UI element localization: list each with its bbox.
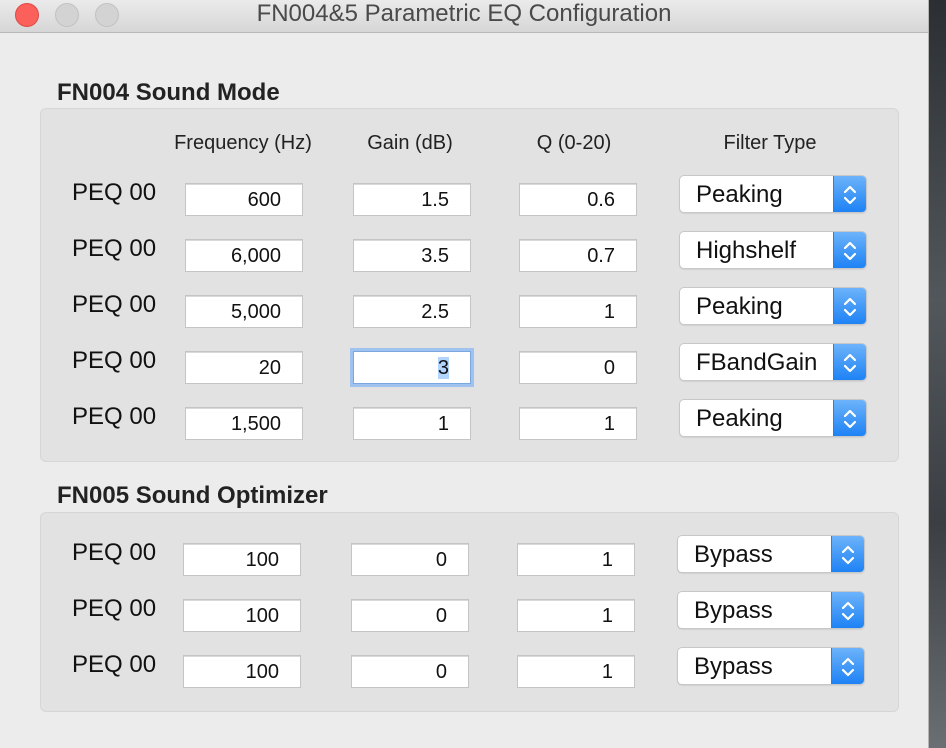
gain-field[interactable]: 3.5 bbox=[353, 239, 471, 272]
filter-type-select[interactable]: Bypass bbox=[677, 647, 865, 685]
peq-row-label: PEQ 00 bbox=[72, 291, 157, 318]
frequency-field[interactable]: 6,000 bbox=[185, 239, 303, 272]
peq-row-label: PEQ 00 bbox=[72, 347, 157, 374]
gain-column-header: Gain (dB) bbox=[367, 132, 453, 154]
peq-row-label: PEQ 00 bbox=[72, 651, 157, 678]
peq-row-label: PEQ 00 bbox=[72, 595, 157, 622]
filter-type-value: Bypass bbox=[694, 541, 773, 568]
q-field[interactable]: 0 bbox=[519, 351, 637, 384]
filter-type-select[interactable]: Bypass bbox=[677, 535, 865, 573]
q-field[interactable]: 1 bbox=[517, 599, 635, 632]
up-down-chevron-icon[interactable] bbox=[831, 536, 864, 572]
frequency-column-header: Frequency (Hz) bbox=[174, 132, 312, 154]
frequency-field[interactable]: 100 bbox=[183, 599, 301, 632]
filter-type-value: Highshelf bbox=[696, 237, 797, 264]
gain-field[interactable]: 1.5 bbox=[353, 183, 471, 216]
filter-type-value: Peaking bbox=[696, 181, 783, 208]
frequency-field[interactable]: 100 bbox=[183, 655, 301, 688]
filter-type-column-header: Filter Type bbox=[723, 132, 817, 154]
filter-type-value: Peaking bbox=[696, 405, 783, 432]
frequency-field[interactable]: 20 bbox=[185, 351, 303, 384]
gain-field[interactable]: 0 bbox=[351, 655, 469, 688]
filter-type-value: Bypass bbox=[694, 653, 773, 680]
frequency-field[interactable]: 100 bbox=[183, 543, 301, 576]
filter-type-value: FBandGain bbox=[696, 349, 818, 376]
filter-type-select[interactable]: Peaking bbox=[679, 399, 867, 437]
frequency-field[interactable]: 600 bbox=[185, 183, 303, 216]
gain-field[interactable]: 3 bbox=[353, 351, 471, 384]
gain-field[interactable]: 0 bbox=[351, 543, 469, 576]
up-down-chevron-icon[interactable] bbox=[831, 648, 864, 684]
peq-row-label: PEQ 00 bbox=[72, 539, 157, 566]
filter-type-select[interactable]: FBandGain bbox=[679, 343, 867, 381]
filter-type-select[interactable]: Peaking bbox=[679, 175, 867, 213]
gain-field[interactable]: 1 bbox=[353, 407, 471, 440]
peq-row-label: PEQ 00 bbox=[72, 179, 157, 206]
q-field[interactable]: 0.7 bbox=[519, 239, 637, 272]
q-field[interactable]: 1 bbox=[519, 295, 637, 328]
q-field[interactable]: 1 bbox=[517, 655, 635, 688]
q-field[interactable]: 0.6 bbox=[519, 183, 637, 216]
gain-field[interactable]: 0 bbox=[351, 599, 469, 632]
q-field[interactable]: 1 bbox=[519, 407, 637, 440]
up-down-chevron-icon[interactable] bbox=[833, 288, 866, 324]
title-bar: FN004&5 Parametric EQ Configuration bbox=[0, 0, 928, 33]
frequency-field[interactable]: 5,000 bbox=[185, 295, 303, 328]
q-field[interactable]: 1 bbox=[517, 543, 635, 576]
peq-row-label: PEQ 00 bbox=[72, 235, 157, 262]
peq-row-label: PEQ 00 bbox=[72, 403, 157, 430]
up-down-chevron-icon[interactable] bbox=[833, 400, 866, 436]
filter-type-select[interactable]: Highshelf bbox=[679, 231, 867, 269]
filter-type-value: Peaking bbox=[696, 293, 783, 320]
filter-type-select[interactable]: Peaking bbox=[679, 287, 867, 325]
fn004-section-title: FN004 Sound Mode bbox=[57, 79, 280, 106]
filter-type-value: Bypass bbox=[694, 597, 773, 624]
desktop-background bbox=[928, 0, 946, 748]
filter-type-select[interactable]: Bypass bbox=[677, 591, 865, 629]
gain-field[interactable]: 2.5 bbox=[353, 295, 471, 328]
up-down-chevron-icon[interactable] bbox=[833, 344, 866, 380]
eq-config-window: FN004&5 Parametric EQ Configuration FN00… bbox=[0, 0, 929, 748]
selected-text: 3 bbox=[437, 357, 449, 379]
frequency-field[interactable]: 1,500 bbox=[185, 407, 303, 440]
up-down-chevron-icon[interactable] bbox=[831, 592, 864, 628]
fn005-section-title: FN005 Sound Optimizer bbox=[57, 482, 328, 509]
window-title: FN004&5 Parametric EQ Configuration bbox=[256, 0, 672, 27]
up-down-chevron-icon[interactable] bbox=[833, 176, 866, 212]
q-column-header: Q (0-20) bbox=[536, 132, 612, 154]
up-down-chevron-icon[interactable] bbox=[833, 232, 866, 268]
